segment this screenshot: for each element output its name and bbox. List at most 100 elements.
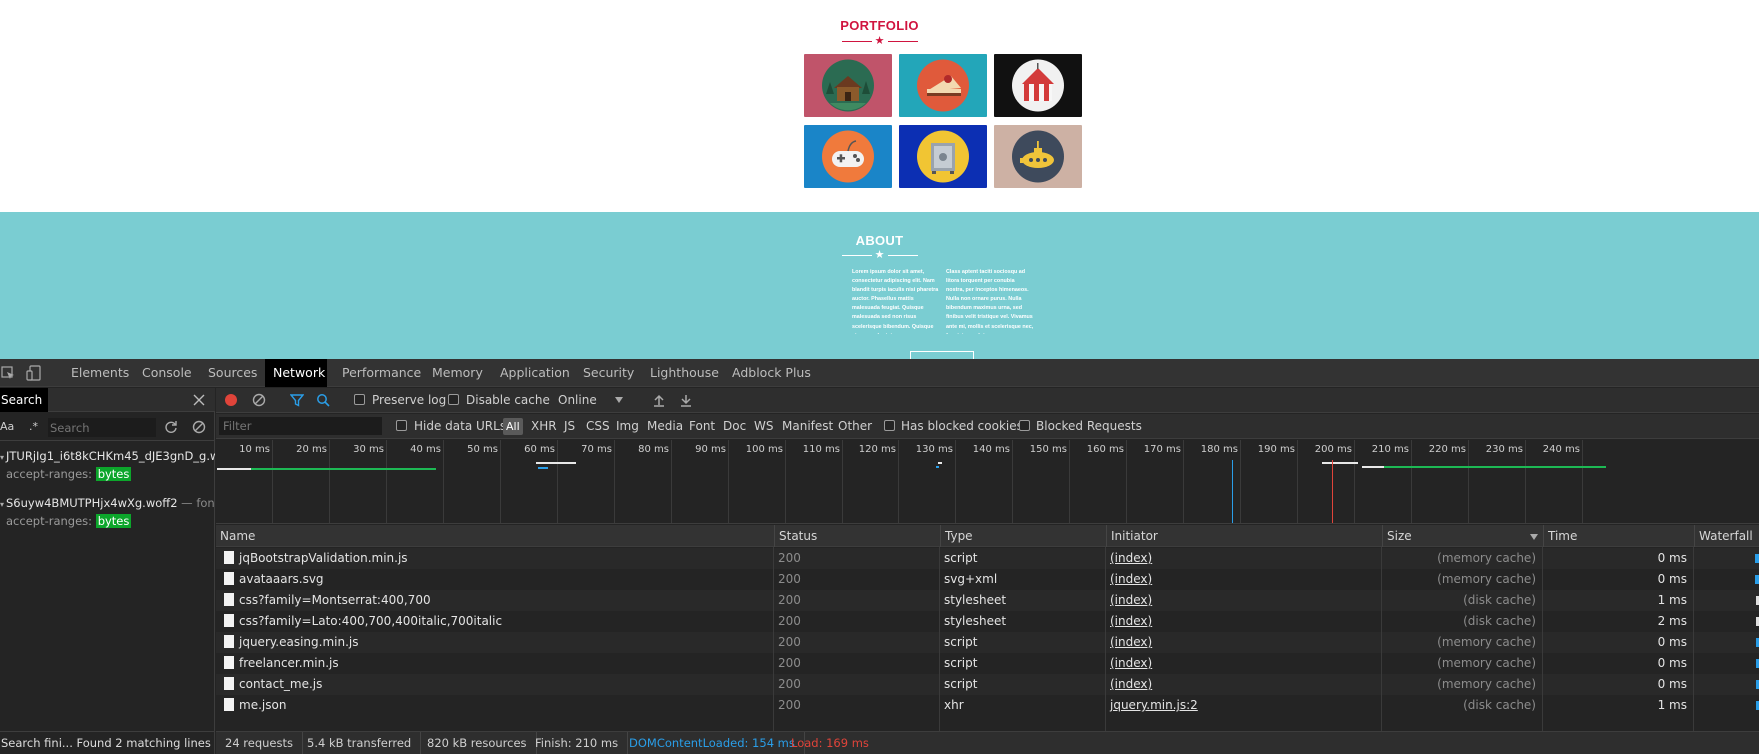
chevron-down-icon[interactable] bbox=[615, 397, 623, 403]
clear-log-icon[interactable] bbox=[252, 393, 266, 407]
blocked-requests-checkbox[interactable] bbox=[1019, 420, 1030, 431]
preserve-log-checkbox[interactable] bbox=[354, 394, 365, 405]
table-row[interactable]: avataaars.svg 200 svg+xml (index) (memory ca… bbox=[216, 569, 1759, 590]
table-row[interactable]: me.json 200 xhr jquery.min.js:2 (disk cache)… bbox=[216, 695, 1759, 716]
request-name[interactable]: css?family=Montserrat:400,700 bbox=[216, 590, 769, 611]
portfolio-item-cake[interactable] bbox=[899, 54, 987, 117]
request-type: stylesheet bbox=[944, 614, 1007, 628]
column-header-status[interactable]: Status bbox=[774, 525, 940, 547]
table-row[interactable]: css?family=Montserrat:400,700 200 styleshe… bbox=[216, 590, 1759, 611]
timeline-gridline bbox=[500, 440, 501, 523]
request-initiator-link[interactable]: (index) bbox=[1106, 569, 1381, 590]
request-name[interactable]: jqBootstrapValidation.min.js bbox=[216, 548, 769, 569]
request-name[interactable]: jquery.easing.min.js bbox=[216, 632, 769, 653]
close-icon[interactable] bbox=[193, 394, 205, 406]
search-tab[interactable]: Search bbox=[0, 388, 49, 412]
tab-performance[interactable]: Performance bbox=[334, 359, 429, 387]
request-initiator-link[interactable]: jquery.min.js:2 bbox=[1106, 695, 1381, 716]
search-result-file[interactable]: ▾S6uyw4BMUTPHjx4wXg.woff2 — font... bbox=[0, 494, 215, 512]
request-name[interactable]: freelancer.min.js bbox=[216, 653, 769, 674]
filter-type-ws[interactable]: WS bbox=[754, 414, 773, 439]
submarine-icon bbox=[1012, 130, 1064, 183]
filter-icon[interactable] bbox=[290, 393, 304, 407]
disable-cache-checkbox[interactable] bbox=[448, 394, 459, 405]
column-header-time[interactable]: Time bbox=[1543, 525, 1694, 547]
request-name[interactable]: me.json bbox=[216, 695, 769, 716]
tab-application[interactable]: Application bbox=[492, 359, 578, 387]
about-download-button[interactable] bbox=[910, 351, 974, 359]
filter-type-font[interactable]: Font bbox=[689, 414, 715, 439]
table-row[interactable]: jquery.easing.min.js 200 script (index) (mem… bbox=[216, 632, 1759, 653]
tab-console[interactable]: Console bbox=[134, 359, 200, 387]
column-header-waterfall[interactable]: Waterfall bbox=[1694, 525, 1759, 547]
request-initiator-link[interactable]: (index) bbox=[1106, 590, 1381, 611]
tab-memory[interactable]: Memory bbox=[424, 359, 491, 387]
filter-type-doc[interactable]: Doc bbox=[723, 414, 746, 439]
request-name[interactable]: avataaars.svg bbox=[216, 569, 769, 590]
filter-type-all[interactable]: All bbox=[503, 418, 523, 435]
filter-type-other[interactable]: Other bbox=[838, 414, 872, 439]
network-overview-timeline[interactable]: 10 ms 20 ms 30 ms 40 ms 50 ms 60 ms 70 ms 80 ms… bbox=[216, 440, 1759, 524]
column-header-type[interactable]: Type bbox=[940, 525, 1106, 547]
filter-type-media[interactable]: Media bbox=[647, 414, 683, 439]
tab-sources[interactable]: Sources bbox=[200, 359, 265, 387]
filter-type-js[interactable]: JS bbox=[564, 414, 575, 439]
hide-data-urls-checkbox[interactable] bbox=[396, 420, 407, 431]
filter-input[interactable] bbox=[219, 417, 382, 435]
portfolio-item-game[interactable] bbox=[804, 125, 892, 188]
domcontentloaded-marker bbox=[1232, 460, 1233, 523]
request-name-text: avataaars.svg bbox=[239, 572, 324, 586]
has-blocked-cookies-checkbox[interactable] bbox=[884, 420, 895, 431]
table-row[interactable]: jqBootstrapValidation.min.js 200 script (in… bbox=[216, 548, 1759, 569]
tab-security[interactable]: Security bbox=[575, 359, 642, 387]
record-icon[interactable] bbox=[224, 393, 238, 407]
clear-icon[interactable] bbox=[192, 420, 206, 434]
table-row[interactable]: css?family=Lato:400,700,400italic,700ita… bbox=[216, 611, 1759, 632]
device-toolbar-icon[interactable] bbox=[26, 365, 42, 381]
filter-type-manifest[interactable]: Manifest bbox=[782, 414, 833, 439]
search-input[interactable] bbox=[48, 418, 156, 437]
sort-descending-icon[interactable] bbox=[1530, 534, 1538, 540]
hide-data-urls-label: Hide data URLs bbox=[414, 419, 507, 433]
export-har-icon[interactable] bbox=[680, 393, 692, 407]
inspect-element-icon[interactable] bbox=[1, 366, 15, 380]
search-result-line[interactable]: accept-ranges: bytes bbox=[0, 512, 215, 530]
request-name[interactable]: contact_me.js bbox=[216, 674, 769, 695]
request-size: (memory cache) bbox=[1437, 656, 1536, 670]
request-initiator-link[interactable]: (index) bbox=[1106, 548, 1381, 569]
request-initiator-link[interactable]: (index) bbox=[1106, 674, 1381, 695]
portfolio-item-submarine[interactable] bbox=[994, 125, 1082, 188]
request-name[interactable]: css?family=Lato:400,700,400italic,700ita… bbox=[216, 611, 769, 632]
column-header-name[interactable]: Name bbox=[216, 525, 774, 547]
column-header-initiator[interactable]: Initiator bbox=[1106, 525, 1382, 547]
regex-button[interactable]: .* bbox=[29, 415, 38, 439]
request-size: (disk cache) bbox=[1463, 593, 1536, 607]
tab-adblock-plus[interactable]: Adblock Plus bbox=[724, 359, 819, 387]
column-header-size[interactable]: Size bbox=[1382, 525, 1543, 547]
tab-network[interactable]: Network bbox=[265, 359, 327, 387]
search-result-line[interactable]: accept-ranges: bytes bbox=[0, 465, 215, 483]
table-row[interactable]: contact_me.js 200 script (index) (memory cac… bbox=[216, 674, 1759, 695]
portfolio-item-circus[interactable] bbox=[994, 54, 1082, 117]
filter-type-xhr[interactable]: XHR bbox=[531, 414, 557, 439]
search-result-filetype: — font... bbox=[181, 496, 215, 510]
request-size: (memory cache) bbox=[1437, 551, 1536, 565]
request-size: (memory cache) bbox=[1437, 635, 1536, 649]
refresh-icon[interactable] bbox=[164, 420, 178, 434]
tab-elements[interactable]: Elements bbox=[63, 359, 137, 387]
tab-lighthouse[interactable]: Lighthouse bbox=[642, 359, 727, 387]
portfolio-item-cabin[interactable] bbox=[804, 54, 892, 117]
filter-type-img[interactable]: Img bbox=[616, 414, 639, 439]
search-drawer-header: Search bbox=[0, 388, 215, 412]
search-result-file[interactable]: ▾ JTURjIg1_i6t8kCHKm45_dJE3gnD_g.w... bbox=[0, 447, 215, 465]
throttling-select[interactable]: Online bbox=[558, 388, 597, 412]
match-case-button[interactable]: Aa bbox=[0, 415, 14, 439]
table-row[interactable]: freelancer.min.js 200 script (index) (memory… bbox=[216, 653, 1759, 674]
portfolio-item-safe[interactable] bbox=[899, 125, 987, 188]
import-har-icon[interactable] bbox=[653, 393, 665, 407]
search-icon[interactable] bbox=[316, 393, 330, 407]
filter-type-css[interactable]: CSS bbox=[586, 414, 610, 439]
request-initiator-link[interactable]: (index) bbox=[1106, 653, 1381, 674]
request-initiator-link[interactable]: (index) bbox=[1106, 632, 1381, 653]
request-initiator-link[interactable]: (index) bbox=[1106, 611, 1381, 632]
